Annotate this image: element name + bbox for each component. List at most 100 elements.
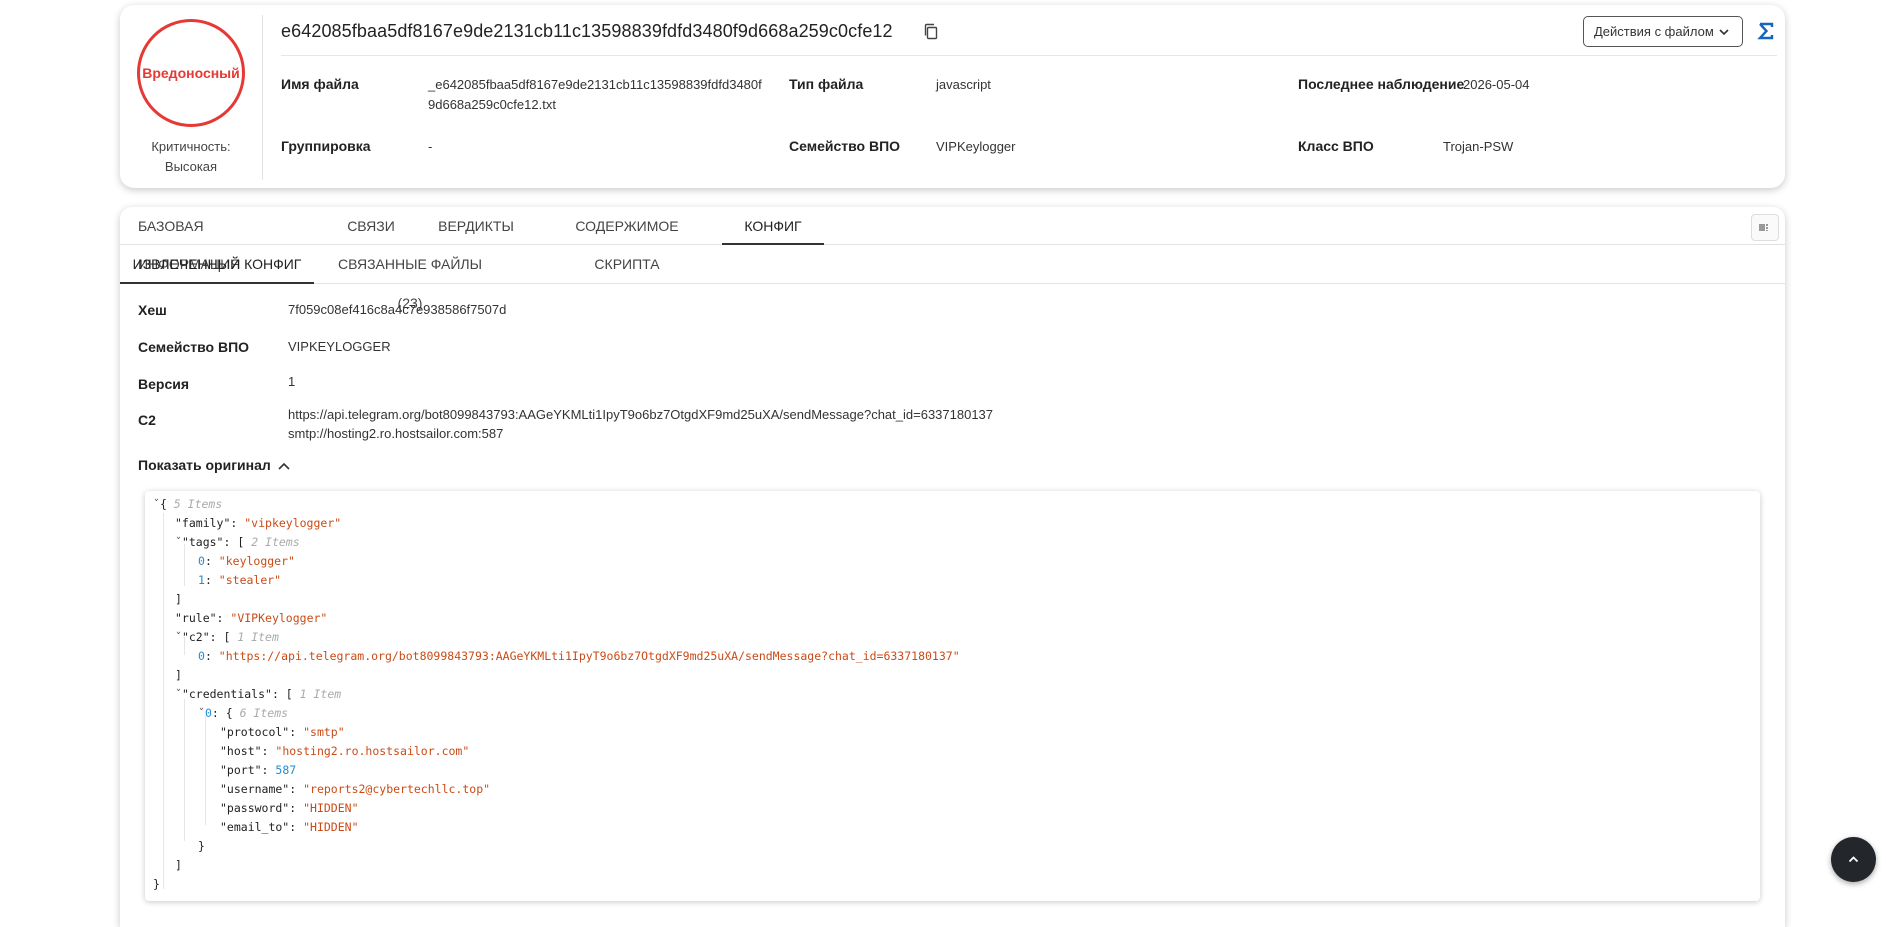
file-actions-label: Действия с файлом: [1594, 24, 1714, 39]
json-index: 0: [198, 649, 205, 663]
divider: [262, 15, 263, 180]
json-item-count: 2 Items: [251, 535, 300, 549]
subtab-related-files[interactable]: СВЯЗАННЫЕ ФАЙЛЫ (23): [326, 245, 494, 311]
json-root-close: }: [153, 877, 160, 891]
json-row-rule: "rule": "VIPKeylogger": [175, 611, 328, 625]
main-tabs: БАЗОВАЯ ИНФОРМАЦИЯ СВЯЗИ ВЕРДИКТЫ СОДЕРЖ…: [120, 207, 1785, 272]
json-index: 0: [204, 706, 212, 720]
last-seen-value: 2026-05-04: [1463, 77, 1530, 92]
json-key: "tags": [181, 535, 224, 549]
indent-guide: [184, 544, 185, 586]
file-name-value: _e642085fbaa5df8167e9de2131cb11c13598839…: [428, 75, 762, 115]
json-key: "protocol": [220, 725, 290, 739]
malware-class-label: Класс ВПО: [1298, 138, 1374, 154]
json-string: "vipkeylogger": [244, 516, 342, 530]
tab-verdicts[interactable]: ВЕРДИКТЫ: [436, 207, 516, 245]
collapse-caret-icon[interactable]: ˇ: [153, 497, 160, 511]
json-string: "smtp": [303, 725, 345, 739]
json-string: "reports2@cybertechllc.top": [303, 782, 491, 796]
scroll-to-top-button[interactable]: [1831, 837, 1876, 882]
indent-guide: [184, 699, 185, 841]
file-name-line: _e642085fbaa5df8167e9de2131cb11c13598839…: [428, 77, 762, 92]
json-key: "port": [220, 763, 262, 777]
json-key: "email_to": [220, 820, 290, 834]
collapse-caret-icon[interactable]: ˇ: [175, 687, 182, 701]
details-card: БАЗОВАЯ ИНФОРМАЦИЯ СВЯЗИ ВЕРДИКТЫ СОДЕРЖ…: [120, 207, 1785, 927]
collapse-caret-icon[interactable]: ˇ: [198, 706, 205, 720]
json-row-host: "host": "hosting2.ro.hostsailor.com": [220, 744, 470, 758]
json-key: "password": [220, 801, 290, 815]
json-key: "host": [220, 744, 262, 758]
malware-family-value: VIPKeylogger: [936, 139, 1016, 154]
json-row-c2-item: 0: "https://api.telegram.org/bot80998437…: [198, 649, 960, 663]
chevron-up-icon[interactable]: [277, 460, 291, 472]
file-name-label: Имя файла: [281, 76, 359, 92]
config-c2-value: https://api.telegram.org/bot8099843793:A…: [288, 405, 993, 443]
severity: Критичность: Высокая: [120, 137, 262, 177]
json-bracket-close: ]: [175, 668, 182, 682]
verdict-badge: Вредоносный: [137, 19, 245, 127]
json-index: 1: [198, 573, 205, 587]
file-name-line: 9d668a259c0cfe12.txt: [428, 97, 556, 112]
json-key: "credentials": [181, 687, 272, 701]
json-viewer: ˇ{ 5 Items "family": "vipkeylogger" ˇ"ta…: [145, 491, 1760, 901]
json-number: 587: [275, 763, 297, 777]
json-root-open: ˇ{ 5 Items: [153, 497, 223, 511]
group-label: Группировка: [281, 138, 371, 154]
verdict-column: Вредоносный Критичность: Высокая: [120, 5, 262, 188]
sigma-icon[interactable]: [1756, 21, 1776, 41]
file-summary-card: Вредоносный Критичность: Высокая e642085…: [120, 5, 1785, 188]
copy-icon[interactable]: [923, 23, 939, 41]
file-actions-dropdown[interactable]: Действия с файлом: [1583, 16, 1743, 47]
config-hash-value: 7f059c08ef416c8a4c7e938586f7507d: [288, 302, 507, 317]
json-item-count: 6 Items: [239, 706, 289, 720]
json-bracket-close: ]: [175, 592, 182, 606]
json-row-email-to: "email_to": "HIDDEN": [220, 820, 359, 834]
json-string: "hosting2.ro.hostsailor.com": [275, 744, 470, 758]
severity-label: Критичность:: [151, 139, 231, 154]
config-family-value: VIPKEYLOGGER: [288, 339, 391, 354]
tab-script-content[interactable]: СОДЕРЖИМОЕ СКРИПТА: [544, 207, 710, 272]
c2-url: https://api.telegram.org/bot8099843793:A…: [288, 407, 994, 422]
tab-basic-info[interactable]: БАЗОВАЯ ИНФОРМАЦИЯ: [138, 207, 306, 272]
json-row-tag: 1: "stealer": [198, 573, 282, 587]
indent-guide: [205, 715, 206, 825]
json-row-username: "username": "reports2@cybertechllc.top": [220, 782, 491, 796]
json-row-password: "password": "HIDDEN": [220, 801, 359, 815]
malware-family-label: Семейство ВПО: [789, 138, 901, 154]
collapse-caret-icon[interactable]: ˇ: [175, 630, 182, 644]
collapse-caret-icon[interactable]: ˇ: [175, 535, 182, 549]
side-panel-toggle[interactable]: [1751, 214, 1779, 241]
json-row-tag: 0: "keylogger": [198, 554, 295, 568]
chevron-down-icon: [1719, 29, 1729, 36]
show-original-toggle[interactable]: Показать оригинал: [138, 457, 271, 473]
json-key: "family": [175, 516, 231, 530]
config-c2-label: C2: [138, 412, 156, 428]
json-string: "HIDDEN": [303, 820, 359, 834]
tab-relations[interactable]: СВЯЗИ: [346, 207, 396, 245]
malware-class-value: Trojan-PSW: [1443, 139, 1514, 154]
tab-config[interactable]: КОНФИГ: [722, 207, 824, 245]
divider: [281, 55, 1777, 56]
json-row-c2: ˇ"c2": [ 1 Item: [175, 630, 279, 644]
json-item-count: 1 Item: [299, 687, 342, 701]
json-string: "HIDDEN": [303, 801, 359, 815]
json-key: "rule": [175, 611, 217, 625]
json-row-tags: ˇ"tags": [ 2 Items: [175, 535, 300, 549]
json-row-credential-object: ˇ0: { 6 Items: [198, 706, 289, 720]
json-index: 0: [198, 554, 205, 568]
config-version-label: Версия: [138, 376, 190, 392]
subtab-extracted-config[interactable]: ИЗВЛЕЧЕННЫЙ КОНФИГ: [120, 245, 314, 284]
c2-url: smtp://hosting2.ro.hostsailor.com:587: [288, 426, 504, 441]
file-type-value: javascript: [936, 77, 991, 92]
json-key: "c2": [181, 630, 210, 644]
json-bracket-close: ]: [175, 858, 182, 872]
chevron-up-icon: [1848, 856, 1859, 863]
config-subtabs: ИЗВЛЕЧЕННЫЙ КОНФИГ СВЯЗАННЫЕ ФАЙЛЫ (23): [120, 245, 1785, 311]
file-type-label: Тип файла: [789, 76, 864, 92]
json-row-port: "port": 587: [220, 763, 297, 777]
config-family-label: Семейство ВПО: [138, 339, 250, 355]
group-value: -: [428, 139, 433, 154]
json-string: "VIPKeylogger": [230, 611, 328, 625]
json-row-protocol: "protocol": "smtp": [220, 725, 345, 739]
